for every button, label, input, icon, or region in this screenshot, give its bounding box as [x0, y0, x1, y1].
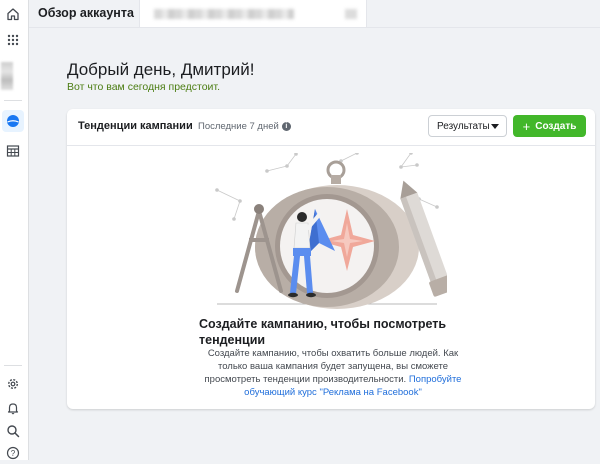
results-dropdown-label: Результаты — [437, 120, 490, 132]
settings-button[interactable] — [2, 373, 24, 395]
account-selector[interactable] — [139, 0, 367, 27]
apps-grid-icon — [7, 34, 19, 46]
help-icon: ? — [6, 446, 20, 460]
plus-icon: + — [522, 118, 531, 134]
page-title: Обзор аккаунта — [38, 6, 134, 20]
account-overview-button[interactable] — [2, 110, 24, 132]
top-bar: Обзор аккаунта — [29, 0, 600, 28]
account-avatar[interactable] — [1, 62, 13, 90]
results-dropdown[interactable]: Результаты — [428, 115, 507, 137]
home-button[interactable] — [2, 3, 24, 25]
home-icon — [7, 8, 19, 21]
account-overview-icon — [7, 115, 19, 127]
empty-state-title: Создайте кампанию, чтобы посмотреть тенд… — [199, 317, 447, 347]
empty-state-description: Создайте кампанию, чтобы охватить больше… — [198, 347, 468, 399]
rail-divider — [4, 365, 22, 366]
ads-manager-button[interactable] — [2, 140, 24, 162]
campaign-trends-card: Тенденции кампании Последние 7 дней i Ре… — [67, 109, 595, 409]
notifications-button[interactable] — [2, 397, 24, 419]
card-title: Тенденции кампании — [78, 120, 193, 132]
help-button[interactable]: ? — [2, 442, 24, 464]
svg-text:?: ? — [11, 449, 16, 458]
all-tools-button[interactable] — [2, 29, 24, 51]
caret-down-icon — [491, 123, 499, 129]
table-icon — [6, 145, 20, 157]
info-icon[interactable]: i — [281, 122, 291, 131]
redacted-account-name — [154, 9, 294, 19]
gear-icon — [7, 378, 19, 390]
search-icon — [7, 425, 20, 438]
greeting-subtitle: Вот что вам сегодня предстоит. — [67, 81, 220, 93]
left-rail: ? — [0, 0, 29, 460]
search-button[interactable] — [2, 420, 24, 442]
greeting-heading: Добрый день, Дмитрий! — [67, 60, 255, 79]
compass-illustration — [215, 153, 447, 309]
create-button-label: Создать — [535, 120, 577, 132]
card-divider — [67, 145, 595, 146]
bell-icon — [7, 403, 19, 415]
period-label: Последние 7 дней i — [198, 121, 291, 132]
rail-divider — [4, 100, 22, 101]
redacted-account-id — [345, 9, 357, 19]
create-button[interactable]: + Создать — [513, 115, 586, 137]
period-text: Последние 7 дней — [198, 121, 279, 132]
